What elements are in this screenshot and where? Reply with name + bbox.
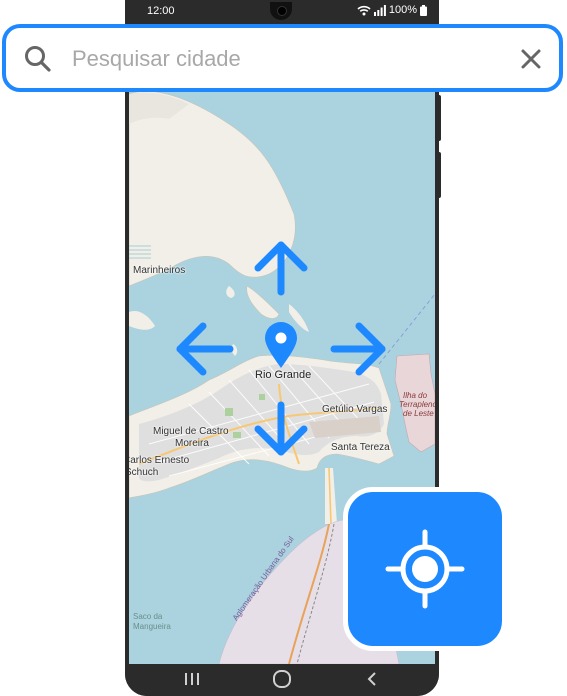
map-label-moreira: Moreira [175, 438, 209, 449]
map-label-schuch: Schuch [129, 467, 159, 478]
map-label-ilha-do: Ilha do [403, 391, 428, 400]
battery-level: 100% [388, 4, 417, 16]
signal-icon [373, 4, 386, 16]
search-icon [25, 46, 51, 72]
map-label-rio-grande: Rio Grande [255, 369, 312, 381]
home-icon[interactable] [267, 670, 297, 692]
locate-me-button[interactable] [343, 487, 507, 651]
status-indicators: 100% [357, 4, 427, 16]
map-label-de-leste: de Leste [403, 409, 434, 418]
map-label-saco-da: Saco da [133, 612, 163, 621]
map-label-getulio-vargas: Getúlio Vargas [322, 404, 388, 415]
map-label-carlos-ernesto: Carlos Ernesto [129, 455, 190, 466]
recent-apps-icon[interactable] [177, 670, 207, 692]
back-icon[interactable] [357, 670, 387, 692]
close-icon[interactable] [518, 46, 544, 72]
search-input[interactable] [70, 42, 494, 76]
crosshair-icon [385, 529, 465, 609]
map-label-santa-tereza: Santa Tereza [331, 442, 390, 453]
system-nav-bar [125, 664, 439, 696]
front-camera [270, 2, 292, 20]
status-time: 12:00 [147, 5, 175, 17]
map-label-mangueira: Mangueira [133, 622, 171, 631]
wifi-icon [357, 5, 371, 15]
map-label-marinheiros: Marinheiros [133, 265, 186, 276]
search-bar[interactable] [2, 24, 563, 92]
status-bar: 12:00 100% [125, 0, 439, 24]
map-label-miguel-de-castro: Miguel de Castro [153, 426, 229, 437]
battery-icon [420, 4, 427, 16]
map-label-terrapleno: Terrapleno [399, 400, 435, 409]
